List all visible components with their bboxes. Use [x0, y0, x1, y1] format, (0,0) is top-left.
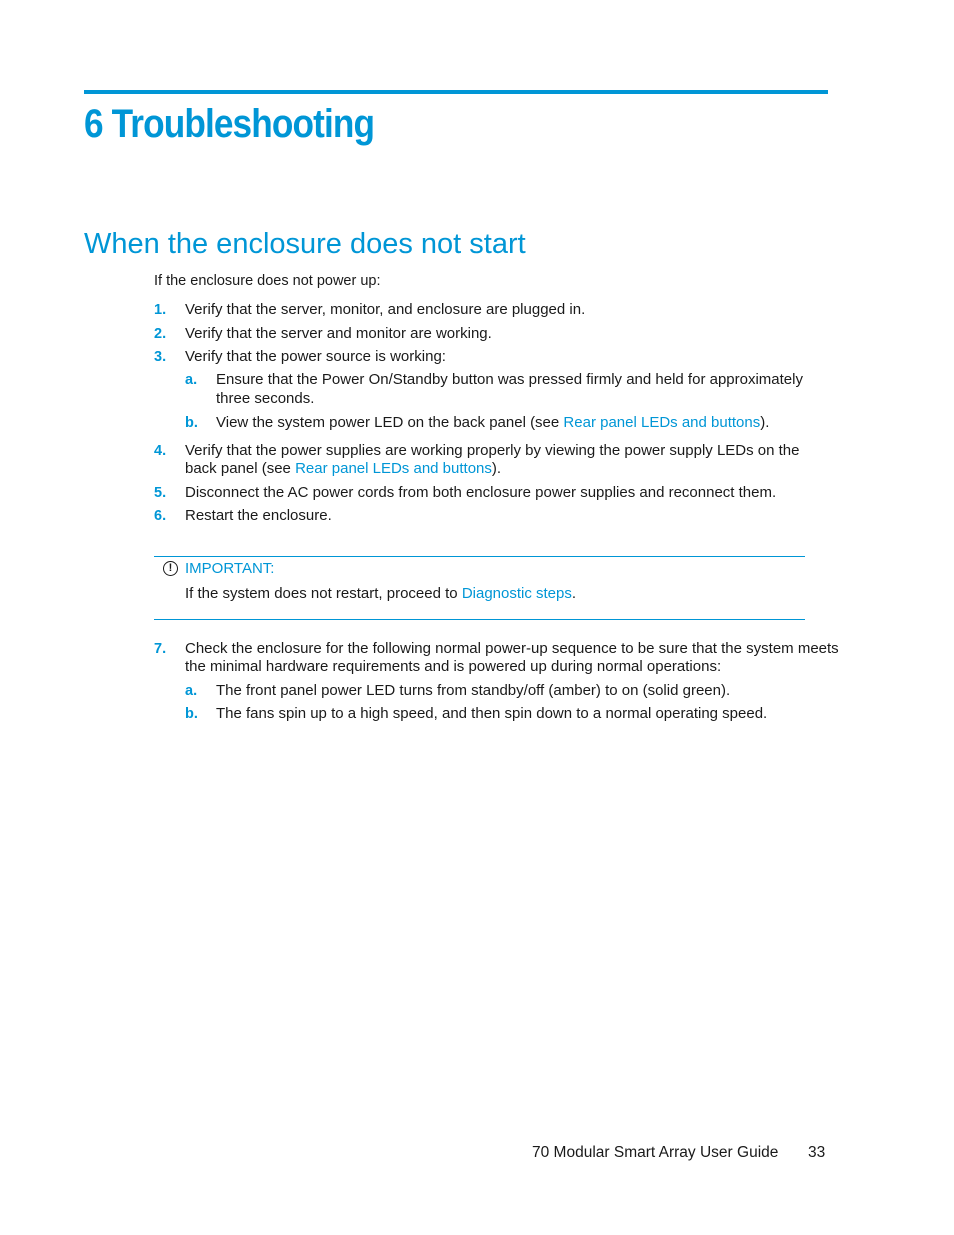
section-title: When the enclosure does not start — [84, 228, 526, 260]
page-number: 33 — [808, 1144, 826, 1161]
important-text-post: . — [571, 585, 577, 602]
footer-document-title: 70 Modular Smart Array User Guide — [532, 1144, 779, 1161]
substep-text: The fans spin up to a high speed, and th… — [216, 705, 768, 722]
intro-text: If the enclosure does not power up: — [154, 273, 381, 289]
step-text-line1: Check the enclosure for the following no… — [185, 640, 839, 657]
substep-text-line1: Ensure that the Power On/Standby button … — [216, 371, 803, 388]
step-number: 6. — [154, 508, 167, 524]
step-number: 3. — [154, 349, 167, 365]
substep-text-post: ). — [760, 414, 770, 431]
chapter-top-rule — [84, 90, 828, 94]
chapter-title: 6 Troubleshooting — [84, 102, 375, 146]
step-number: 1. — [154, 302, 167, 318]
note-top-rule — [154, 556, 805, 557]
step-number: 7. — [154, 641, 167, 657]
substep-letter: a. — [185, 683, 198, 699]
step-text: Verify that the server, monitor, and enc… — [185, 301, 586, 318]
rear-panel-leds-link[interactable]: Rear panel LEDs and buttons — [563, 414, 760, 431]
exclamation-circle-icon: ! — [163, 561, 178, 576]
important-text-pre: If the system does not restart, proceed … — [185, 585, 462, 602]
step-number: 5. — [154, 485, 167, 501]
important-text: If the system does not restart, proceed … — [185, 585, 576, 602]
substep-text: The front panel power LED turns from sta… — [216, 682, 731, 699]
step-text-line2: back panel (see Rear panel LEDs and butt… — [185, 460, 501, 479]
step-text-line1: Verify that the power supplies are worki… — [185, 442, 800, 459]
step-text-post: ). — [491, 460, 502, 477]
note-bottom-rule — [154, 619, 805, 620]
substep-letter: b. — [185, 415, 198, 431]
step-text-line2: the minimal hardware requirements and is… — [185, 658, 722, 675]
substep-letter: a. — [185, 372, 198, 388]
step-number: 2. — [154, 326, 167, 342]
substep-text-line2: three seconds. — [216, 390, 315, 407]
step-text: Disconnect the AC power cords from both … — [185, 484, 777, 501]
step-number: 4. — [154, 443, 167, 459]
substep-text: View the system power LED on the back pa… — [216, 414, 769, 433]
substep-letter: b. — [185, 706, 198, 722]
substep-text-pre: View the system power LED on the back pa… — [216, 414, 564, 431]
step-text: Verify that the server and monitor are w… — [185, 325, 492, 342]
diagnostic-steps-link[interactable]: Diagnostic steps — [462, 585, 572, 602]
rear-panel-leds-link[interactable]: Rear panel LEDs and buttons — [295, 460, 492, 477]
step-text-pre: back panel (see — [185, 460, 296, 477]
step-text: Verify that the power source is working: — [185, 348, 446, 365]
step-text: Restart the enclosure. — [185, 507, 332, 524]
important-label: IMPORTANT: — [185, 560, 275, 577]
